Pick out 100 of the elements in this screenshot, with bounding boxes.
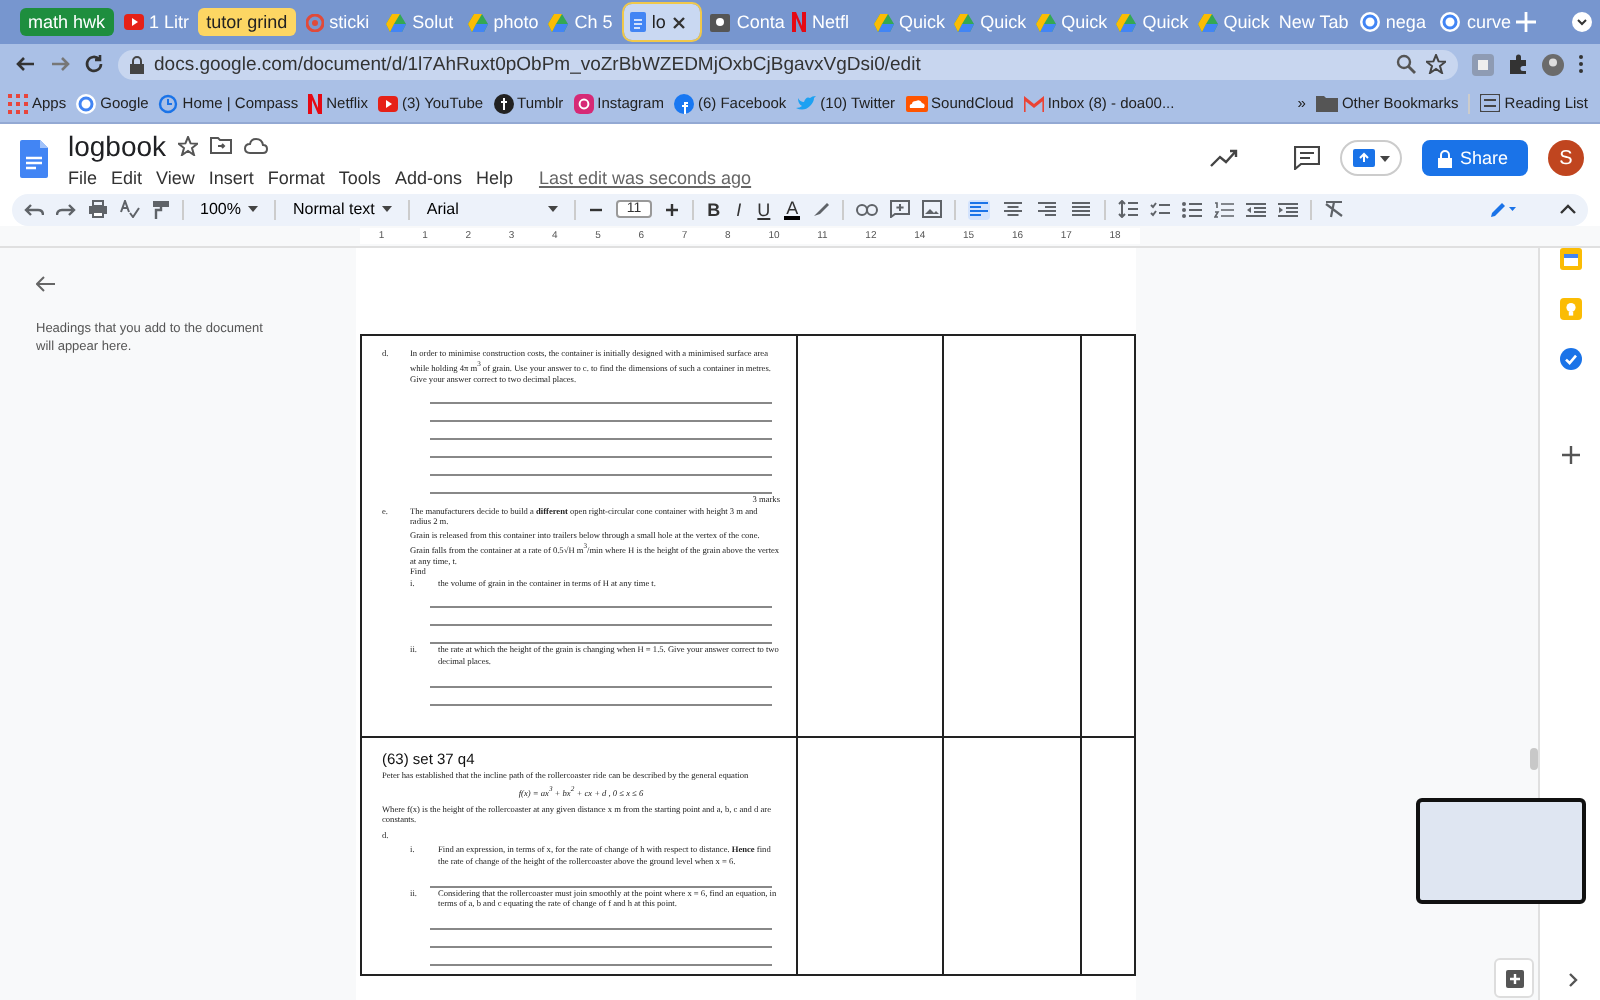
extension-tile-icon[interactable] [1472,53,1494,75]
caret-icon [248,206,259,212]
caret-icon [382,206,393,212]
reload-icon[interactable] [84,54,104,74]
triangle-logo-icon [1035,13,1056,31]
docs-logo-icon[interactable] [20,139,48,177]
tab-group-label[interactable]: math hwk [20,8,114,36]
tab-search-icon[interactable] [1572,12,1593,32]
browser-tab[interactable]: lo [623,4,701,40]
screenshot-thumbnail[interactable] [1416,798,1586,904]
paint-roller-icon[interactable] [152,199,170,219]
link-icon[interactable] [856,203,879,215]
format-button[interactable]: I [734,199,744,219]
chevron-right-icon[interactable] [1568,972,1578,988]
checklist-icon[interactable] [1150,201,1171,217]
profile-avatar-icon[interactable] [1542,53,1564,75]
plus-icon[interactable] [663,201,680,217]
bird-icon [796,95,817,111]
format-button[interactable]: U [755,199,773,219]
pencil-icon[interactable] [1490,200,1516,218]
menu-item[interactable]: Format [267,167,325,187]
list-icon [1480,94,1501,112]
highlighter-icon[interactable] [812,200,831,218]
style-dropdown[interactable]: Normal text [288,200,397,218]
puzzle-icon[interactable] [1508,54,1528,74]
align-button[interactable] [1036,199,1059,219]
trending-line-icon[interactable] [1209,148,1238,168]
grid-icon [8,93,28,113]
g-logo-icon [1440,12,1461,32]
star-icon[interactable] [1426,54,1446,74]
plus-icon[interactable] [1561,446,1579,464]
font-dropdown[interactable]: Arial [422,200,563,218]
back-icon[interactable] [16,54,36,74]
video-play-icon [377,95,398,111]
folder-icon [1315,94,1338,112]
triangle-logo-icon [873,13,894,31]
format-button[interactable]: B [705,199,723,219]
close-icon[interactable] [671,15,686,29]
print-icon[interactable] [88,200,108,218]
zoom-dropdown[interactable]: 100% [196,200,263,218]
scrollbar-thumb[interactable] [1530,748,1538,770]
menu-item[interactable]: File [68,167,98,187]
align-button[interactable] [1002,199,1025,219]
align-button[interactable] [1070,199,1093,219]
menu-item[interactable]: View [156,167,195,187]
user-avatar[interactable]: S [1548,140,1584,176]
menu-item[interactable]: Insert [208,167,254,187]
bullet-list-icon[interactable] [1182,201,1203,217]
folder-move-icon[interactable] [210,136,233,154]
target-icon [305,13,324,31]
share-button[interactable]: Share [1421,140,1528,176]
f-logo-icon [673,93,694,113]
more-icon[interactable] [1578,54,1584,74]
menu-item[interactable]: Help [475,167,513,187]
menu-item[interactable]: Edit [111,167,143,187]
last-edit-link[interactable]: Last edit was seconds ago [538,167,752,187]
comment-icon[interactable] [1293,146,1320,170]
menu-item[interactable]: Tools [338,167,381,187]
redo-icon[interactable] [56,201,76,217]
present-button[interactable] [1339,140,1402,176]
video-play-icon [123,14,144,30]
image-icon[interactable] [922,200,943,218]
clear-formatting-icon[interactable] [1324,200,1345,218]
triangle-logo-icon [1116,13,1137,31]
triangle-logo-icon [467,13,488,31]
increase-indent-icon[interactable] [1278,201,1299,217]
add-comment-icon[interactable] [890,200,911,218]
t-logo-icon [493,93,514,113]
present-screen-icon [1351,148,1376,168]
n-logo-icon [791,12,806,32]
lock-icon [1437,149,1452,167]
check-circle-icon[interactable] [1559,348,1581,370]
format-button[interactable]: A [784,199,801,219]
address-bar[interactable]: docs.google.com/document/d/1l7AhRuxt0pObPm_voZrBbWZEDMjOxbCjBgavxVgDsi0/edit [118,49,1458,79]
decrease-indent-icon[interactable] [1246,201,1267,217]
tab-group-label[interactable]: tutor grind [198,8,296,36]
align-button[interactable] [968,199,991,219]
document-icon [629,12,646,32]
zoom-icon[interactable] [1396,54,1416,74]
caret-icon [548,206,559,212]
back-arrow-icon[interactable] [36,276,56,292]
star-icon[interactable] [178,135,199,155]
cloud-icon [905,95,928,111]
caret-icon [1379,155,1390,161]
line-spacing-icon[interactable] [1118,200,1139,218]
spellcheck-icon[interactable] [120,200,140,218]
menu-item[interactable]: Add-ons [394,167,462,187]
contact-card-icon [710,13,731,31]
g-logo-icon [76,93,97,113]
add-box-icon [1505,969,1523,987]
triangle-logo-icon [1197,13,1218,31]
explore-button[interactable] [1494,958,1534,998]
calendar-icon[interactable] [1559,248,1581,270]
document-title[interactable]: logbook [68,129,167,161]
camera-icon [573,93,594,113]
g-logo-icon [1359,12,1380,32]
numbered-list-icon[interactable] [1214,201,1235,217]
triangle-logo-icon [386,13,407,31]
collapse-caret-icon[interactable] [1560,204,1576,214]
undo-icon[interactable] [24,201,44,217]
